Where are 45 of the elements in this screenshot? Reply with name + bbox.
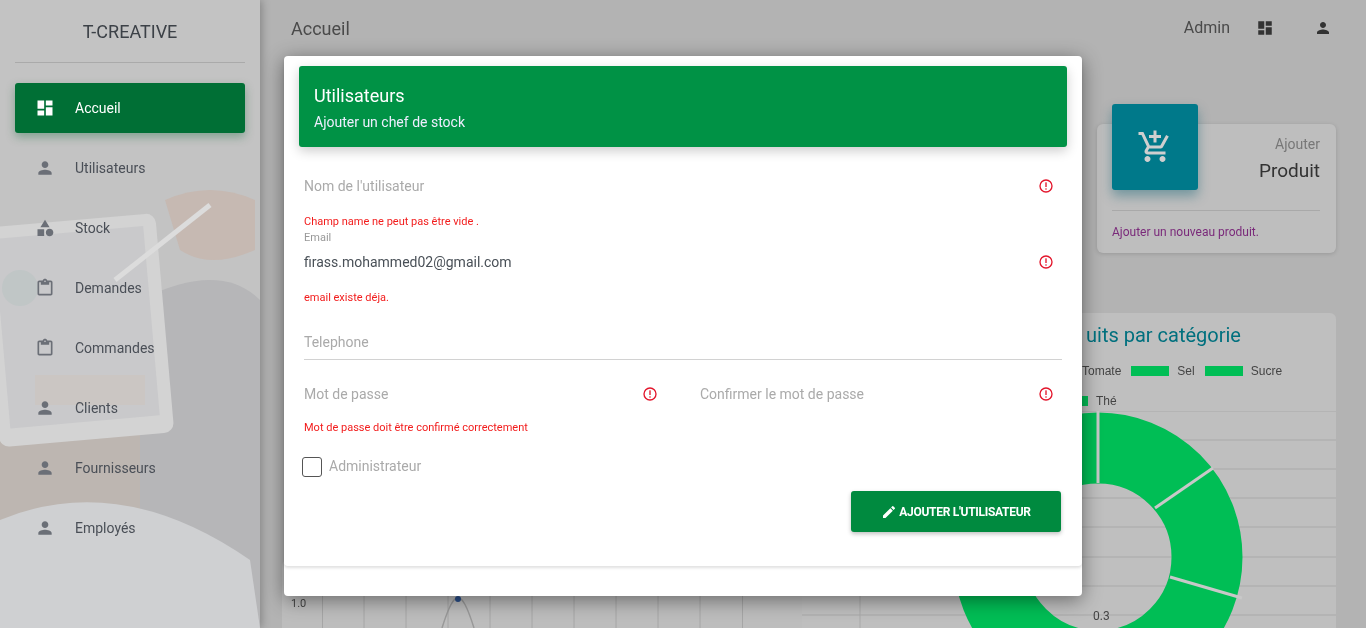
- error-icon: [1038, 253, 1054, 270]
- field-label: Email: [304, 230, 333, 244]
- sidebar-item[interactable]: Stock: [15, 203, 245, 253]
- user-link[interactable]: Admin: [1183, 16, 1230, 40]
- dashboard-icon: [35, 98, 55, 118]
- sidebar-item[interactable]: Clients: [15, 383, 245, 433]
- submit-button[interactable]: AJOUTER L'UTILISATEUR: [851, 491, 1061, 532]
- legend-label: Sel: [1177, 363, 1195, 380]
- sidebar-item[interactable]: Commandes: [15, 323, 245, 373]
- card-footer-text: Ajouter un nouveau produit.: [1112, 224, 1259, 241]
- dialog-title: Utilisateurs: [314, 84, 405, 108]
- sidebar-item[interactable]: Accueil: [15, 83, 245, 133]
- input-field[interactable]: Confirmer le mot de passe: [700, 378, 1038, 409]
- error-icon: [1038, 385, 1054, 402]
- legend-label: Sucre: [1250, 363, 1283, 380]
- checkbox-label: Administrateur: [329, 457, 422, 476]
- error-message: Champ name ne peut pas être vide .: [304, 213, 480, 230]
- error-icon: [642, 385, 658, 402]
- person-icon[interactable]: [1314, 19, 1332, 37]
- error-icon: [1038, 177, 1054, 194]
- input-field[interactable]: Nom de l'utilisateur: [304, 170, 1038, 201]
- clipboard-icon: [35, 338, 55, 358]
- brand-title: T-CREATIVE: [15, 0, 245, 63]
- sidebar-item[interactable]: Utilisateurs: [15, 143, 245, 193]
- axis-tick: 1.0: [291, 597, 307, 610]
- input-field[interactable]: Telephone: [304, 326, 1054, 357]
- chart-title: uits par catégorie: [1086, 323, 1242, 347]
- page-title: Accueil: [291, 16, 350, 41]
- shapes-icon: [35, 218, 55, 238]
- pencil-icon: [881, 503, 898, 520]
- error-message: Mot de passe doit être confirmé correctement: [304, 419, 529, 436]
- input-field[interactable]: firass.mohammed02@gmail.com: [304, 246, 1038, 277]
- sidebar-item[interactable]: Fournisseurs: [15, 443, 245, 493]
- dashboard-icon[interactable]: [1256, 19, 1274, 37]
- input-field[interactable]: Mot de passe: [304, 378, 642, 409]
- axis-tick: 0.3: [1093, 608, 1110, 624]
- dialog-subtitle: Ajouter un chef de stock: [314, 113, 465, 132]
- legend-label: Tomate: [1082, 363, 1122, 380]
- card-label: Ajouter: [1275, 135, 1320, 154]
- sidebar-item[interactable]: Demandes: [15, 263, 245, 313]
- error-message: email existe déja.: [304, 289, 390, 306]
- checkbox[interactable]: [302, 456, 322, 477]
- card-title: Produit: [1258, 158, 1320, 184]
- legend-label: Thé: [1096, 393, 1117, 410]
- clipboard-icon: [35, 278, 55, 298]
